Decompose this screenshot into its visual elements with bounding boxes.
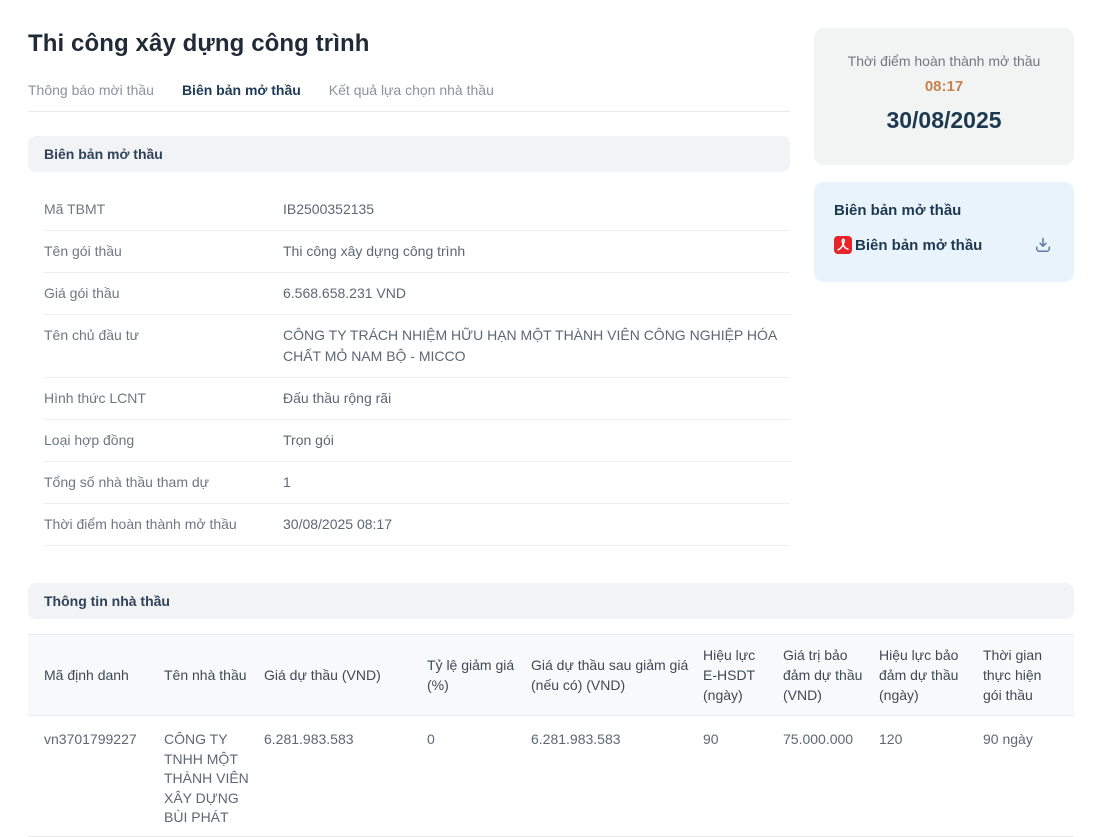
download-icon[interactable] bbox=[1032, 234, 1054, 256]
cell-price-after-discount: 6.281.983.583 bbox=[531, 716, 703, 837]
cell-bid-price: 6.281.983.583 bbox=[264, 716, 427, 837]
field-label: Tên chủ đầu tư bbox=[44, 325, 283, 367]
field-value: 30/08/2025 08:17 bbox=[283, 514, 790, 535]
field-value: 1 bbox=[283, 472, 790, 493]
pdf-file-icon bbox=[834, 236, 852, 254]
tab-bien-ban-mo-thau[interactable]: Biên bản mở thầu bbox=[182, 82, 301, 99]
tab-thong-bao-moi-thau[interactable]: Thông báo mời thầu bbox=[28, 82, 154, 99]
field-label: Loại hợp đồng bbox=[44, 430, 283, 451]
field-row-hinh-thuc-lcnt: Hình thức LCNT Đấu thầu rộng rãi bbox=[44, 378, 790, 420]
field-row-ten-chu-dau-tu: Tên chủ đầu tư CÔNG TY TRÁCH NHIỆM HỮU H… bbox=[44, 315, 790, 378]
col-header-gia-sau-giam-gia: Giá dự thầu sau giảm giá (nếu có) (VND) bbox=[531, 635, 703, 716]
main-column: Thi công xây dựng công trình Thông báo m… bbox=[28, 0, 790, 546]
col-header-gia-tri-bao-dam: Giá trị bảo đảm dự thầu (VND) bbox=[783, 635, 879, 716]
completion-time-value: 08:17 bbox=[826, 78, 1062, 95]
col-header-hieu-luc-bao-dam: Hiệu lực bảo đảm dự thầu (ngày) bbox=[879, 635, 983, 716]
completion-time-label: Thời điểm hoàn thành mở thầu bbox=[826, 52, 1062, 70]
cell-contractor-name: CÔNG TY TNHH MỘT THÀNH VIÊN XÂY DỰNG BÙI… bbox=[164, 716, 264, 837]
cell-guarantee-validity: 120 bbox=[879, 716, 983, 837]
tab-bar: Thông báo mời thầu Biên bản mở thầu Kết … bbox=[28, 82, 790, 112]
document-file-row: Biên bản mở thầu bbox=[834, 234, 1054, 256]
record-fields: Mã TBMT IB2500352135 Tên gói thầu Thi cô… bbox=[44, 189, 790, 546]
contractors-section: Thông tin nhà thầu Mã định danh Tên nhà … bbox=[28, 583, 1074, 837]
record-section-header: Biên bản mở thầu bbox=[28, 136, 790, 172]
table-row: vn3701799227 CÔNG TY TNHH MỘT THÀNH VIÊN… bbox=[28, 716, 1074, 837]
cell-ehsdt-validity: 90 bbox=[703, 716, 783, 837]
page: Thi công xây dựng công trình Thông báo m… bbox=[0, 0, 1094, 837]
field-row-loai-hop-dong: Loại hợp đồng Trọn gói bbox=[44, 420, 790, 462]
cell-discount-pct: 0 bbox=[427, 716, 531, 837]
field-label: Mã TBMT bbox=[44, 199, 283, 220]
field-label: Hình thức LCNT bbox=[44, 388, 283, 409]
field-value: Trọn gói bbox=[283, 430, 790, 451]
field-value: 6.568.658.231 VND bbox=[283, 283, 790, 304]
completion-date-value: 30/08/2025 bbox=[826, 107, 1062, 133]
cell-contractor-id: vn3701799227 bbox=[28, 716, 164, 837]
contractors-table: Mã định danh Tên nhà thầu Giá dự thầu (V… bbox=[28, 634, 1074, 837]
col-header-ma-dinh-danh: Mã định danh bbox=[28, 635, 164, 716]
tab-ket-qua-lua-chon[interactable]: Kết quả lựa chọn nhà thầu bbox=[329, 82, 494, 99]
document-card-heading: Biên bản mở thầu bbox=[834, 201, 1054, 221]
col-header-hieu-luc-ehsdt: Hiệu lực E-HSDT (ngày) bbox=[703, 635, 783, 716]
field-row-gia-goi-thau: Giá gói thầu 6.568.658.231 VND bbox=[44, 273, 790, 315]
cell-guarantee-value: 75.000.000 bbox=[783, 716, 879, 837]
field-value: IB2500352135 bbox=[283, 199, 790, 220]
field-row-thoi-diem-hoan-thanh: Thời điểm hoàn thành mở thầu 30/08/2025 … bbox=[44, 504, 790, 546]
field-label: Tên gói thầu bbox=[44, 241, 283, 262]
field-row-tong-so-nha-thau: Tổng số nhà thầu tham dự 1 bbox=[44, 462, 790, 504]
col-header-thoi-gian-thuc-hien: Thời gian thực hiện gói thầu bbox=[983, 635, 1074, 716]
cell-duration: 90 ngày bbox=[983, 716, 1074, 837]
field-label: Giá gói thầu bbox=[44, 283, 283, 304]
field-label: Thời điểm hoàn thành mở thầu bbox=[44, 514, 283, 535]
field-label: Tổng số nhà thầu tham dự bbox=[44, 472, 283, 493]
field-value: Thi công xây dựng công trình bbox=[283, 241, 790, 262]
table-header-row: Mã định danh Tên nhà thầu Giá dự thầu (V… bbox=[28, 635, 1074, 716]
col-header-gia-du-thau: Giá dự thầu (VND) bbox=[264, 635, 427, 716]
right-sidebar: Thời điểm hoàn thành mở thầu 08:17 30/08… bbox=[814, 0, 1074, 282]
col-header-ty-le-giam-gia: Tỷ lệ giảm giá (%) bbox=[427, 635, 531, 716]
col-header-ten-nha-thau: Tên nhà thầu bbox=[164, 635, 264, 716]
field-row-ten-goi-thau: Tên gói thầu Thi công xây dựng công trìn… bbox=[44, 231, 790, 273]
document-card: Biên bản mở thầu Biên bản mở thầu bbox=[814, 182, 1074, 282]
page-title: Thi công xây dựng công trình bbox=[28, 30, 790, 58]
completion-time-card: Thời điểm hoàn thành mở thầu 08:17 30/08… bbox=[814, 28, 1074, 165]
field-row-ma-tbmt: Mã TBMT IB2500352135 bbox=[44, 189, 790, 231]
document-file-link[interactable]: Biên bản mở thầu bbox=[855, 237, 982, 254]
contractors-section-header: Thông tin nhà thầu bbox=[28, 583, 1074, 619]
top-area: Thi công xây dựng công trình Thông báo m… bbox=[28, 0, 1074, 546]
field-value: CÔNG TY TRÁCH NHIỆM HỮU HẠN MỘT THÀNH VI… bbox=[283, 325, 790, 367]
field-value: Đấu thầu rộng rãi bbox=[283, 388, 790, 409]
